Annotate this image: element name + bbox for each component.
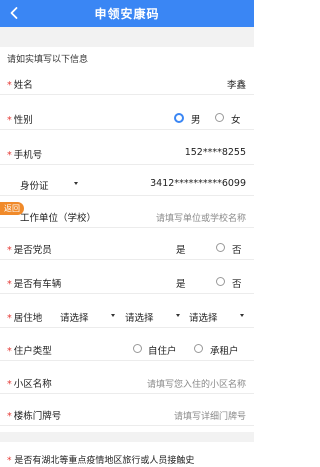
- building-label: * 楼栋门牌号: [7, 411, 62, 422]
- district-dropdown-icon: [240, 314, 244, 317]
- self-owned-radio[interactable]: [133, 344, 142, 353]
- resident-type-label: * 住户类型: [7, 346, 52, 357]
- row-name: * 姓名 李鑫: [0, 71, 254, 95]
- community-label: * 小区名称: [7, 379, 52, 390]
- gender-label: * 性别: [7, 115, 33, 126]
- party-no-radio[interactable]: [216, 243, 225, 252]
- section-divider: [0, 432, 254, 442]
- city-dropdown-icon: [176, 314, 180, 317]
- row-vehicle: * 是否有车辆 是 否: [0, 270, 254, 294]
- vehicle-no-label: 否: [232, 279, 242, 290]
- floating-back-button[interactable]: 返回: [0, 202, 24, 215]
- id-card-value[interactable]: 3412**********6099: [150, 178, 246, 189]
- work-unit-label: 工作单位（学校）: [20, 213, 97, 224]
- self-owned-label: 自住户: [148, 346, 177, 357]
- phone-label: * 手机号: [7, 150, 43, 161]
- residence-province-select[interactable]: 请选择: [60, 310, 89, 324]
- party-no-label: 否: [232, 245, 242, 256]
- work-unit-input[interactable]: 请填写单位或学校名称: [156, 211, 246, 224]
- name-label: * 姓名: [7, 80, 33, 91]
- tenant-radio[interactable]: [194, 344, 203, 353]
- header-spacer: [0, 27, 254, 47]
- row-phone: * 手机号 152****8255: [0, 141, 254, 165]
- vehicle-no-radio[interactable]: [216, 277, 225, 286]
- epidemic-contact-question: * 是否有湖北等重点疫情地区旅行或人员接触史: [7, 456, 195, 466]
- row-gender: * 性别 男 女: [0, 106, 254, 130]
- province-dropdown-icon: [111, 314, 115, 317]
- row-building: * 楼栋门牌号 请填写详细门牌号: [0, 402, 254, 426]
- row-residence: * 居住地 请选择 请选择 请选择: [0, 304, 254, 328]
- party-member-label: * 是否党员: [7, 245, 52, 256]
- form-intro: 请如实填写以下信息: [7, 55, 89, 65]
- residence-city-select[interactable]: 请选择: [125, 310, 154, 324]
- row-community: * 小区名称 请填写您入住的小区名称: [0, 370, 254, 394]
- row-id-card: 身份证 3412**********6099: [0, 172, 254, 196]
- vehicle-label: * 是否有车辆: [7, 279, 62, 290]
- id-card-label: 身份证: [20, 181, 49, 192]
- vehicle-yes-label: 是: [176, 279, 186, 290]
- row-party-member: * 是否党员 是 否: [0, 236, 254, 260]
- building-input[interactable]: 请填写详细门牌号: [174, 409, 246, 422]
- gender-male-radio[interactable]: [174, 113, 184, 123]
- party-yes-label: 是: [176, 245, 186, 256]
- tenant-label: 承租户: [210, 346, 239, 357]
- page-title: 申领安康码: [94, 7, 160, 21]
- row-resident-type: * 住户类型 自住户 承租户: [0, 337, 254, 361]
- row-work-unit: 工作单位（学校） 请填写单位或学校名称: [0, 204, 254, 228]
- id-type-dropdown-icon[interactable]: [74, 182, 78, 185]
- residence-label: * 居住地: [7, 313, 43, 324]
- phone-value[interactable]: 152****8255: [185, 147, 246, 158]
- gender-female-label: 女: [231, 115, 241, 126]
- app-header: 申领安康码: [0, 0, 254, 27]
- name-value[interactable]: 李鑫: [227, 77, 246, 91]
- gender-male-label: 男: [191, 115, 201, 126]
- community-input[interactable]: 请填写您入住的小区名称: [147, 377, 246, 390]
- residence-district-select[interactable]: 请选择: [189, 310, 218, 324]
- gender-female-radio[interactable]: [215, 113, 224, 122]
